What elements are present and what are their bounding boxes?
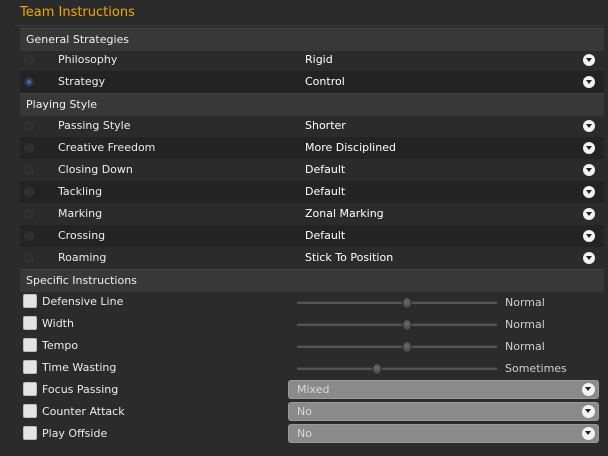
section-heading: General Strategies <box>26 33 130 46</box>
row-value: Shorter <box>305 119 346 132</box>
row-label: Passing Style <box>58 119 131 132</box>
row-tempo: Tempo Normal <box>20 335 604 357</box>
row-value: Rigid <box>305 53 333 66</box>
radio-icon[interactable] <box>24 121 34 131</box>
row-closing-down[interactable]: Closing Down Default <box>20 159 604 181</box>
slider-thumb[interactable] <box>402 297 412 309</box>
checkbox[interactable] <box>23 360 37 374</box>
row-tackling[interactable]: Tackling Default <box>20 181 604 203</box>
row-creative-freedom[interactable]: Creative Freedom More Disciplined <box>20 137 604 159</box>
row-label: Time Wasting <box>42 361 117 374</box>
section-general-strategies: General Strategies <box>20 28 604 51</box>
checkbox[interactable] <box>23 382 37 396</box>
radio-icon[interactable] <box>24 231 34 241</box>
counter-attack-dropdown[interactable]: No <box>288 402 599 421</box>
radio-selected-icon[interactable] <box>24 77 34 87</box>
row-label: Tackling <box>58 185 103 198</box>
row-label: Counter Attack <box>42 405 125 418</box>
row-label: Tempo <box>42 339 79 352</box>
row-counter-attack: Counter Attack No <box>20 401 604 423</box>
row-label: Width <box>42 317 74 330</box>
section-heading: Playing Style <box>26 98 98 111</box>
row-label: Strategy <box>58 75 106 88</box>
row-philosophy[interactable]: Philosophy Rigid <box>20 49 604 71</box>
chevron-down-icon[interactable] <box>583 142 595 154</box>
dropdown-value: No <box>297 405 312 418</box>
slider-thumb[interactable] <box>402 341 412 353</box>
row-defensive-line: Defensive Line Normal <box>20 291 604 313</box>
row-label: Play Offside <box>42 427 108 440</box>
radio-icon[interactable] <box>24 143 34 153</box>
slider[interactable] <box>297 297 497 309</box>
checkbox[interactable] <box>23 316 37 330</box>
row-label: Focus Passing <box>42 383 119 396</box>
focus-passing-dropdown[interactable]: Mixed <box>288 380 599 399</box>
slider-value: Normal <box>505 340 545 353</box>
panel-title: Team Instructions <box>20 5 135 20</box>
chevron-down-icon[interactable] <box>582 383 595 396</box>
slider-value: Normal <box>505 296 545 309</box>
chevron-down-icon[interactable] <box>582 405 595 418</box>
checkbox[interactable] <box>23 426 37 440</box>
slider[interactable] <box>297 341 497 353</box>
chevron-down-icon[interactable] <box>583 208 595 220</box>
row-time-wasting: Time Wasting Sometimes <box>20 357 604 379</box>
radio-icon[interactable] <box>24 187 34 197</box>
row-label: Closing Down <box>58 163 133 176</box>
dropdown-value: No <box>297 427 312 440</box>
chevron-down-icon[interactable] <box>583 120 595 132</box>
checkbox[interactable] <box>23 338 37 352</box>
row-value: Zonal Marking <box>305 207 384 220</box>
row-strategy[interactable]: Strategy Control <box>20 71 604 93</box>
row-passing-style[interactable]: Passing Style Shorter <box>20 115 604 137</box>
section-heading: Specific Instructions <box>26 274 137 287</box>
row-play-offside: Play Offside No <box>20 423 604 445</box>
chevron-down-icon[interactable] <box>583 230 595 242</box>
row-roaming[interactable]: Roaming Stick To Position <box>20 247 604 269</box>
row-label: Creative Freedom <box>58 141 156 154</box>
row-focus-passing: Focus Passing Mixed <box>20 379 604 401</box>
play-offside-dropdown[interactable]: No <box>288 424 599 443</box>
dropdown-value: Mixed <box>297 383 330 396</box>
team-instructions-panel: Team Instructions General Strategies Phi… <box>0 0 608 456</box>
slider[interactable] <box>297 319 497 331</box>
slider[interactable] <box>297 363 497 375</box>
radio-icon[interactable] <box>24 253 34 263</box>
radio-icon[interactable] <box>24 55 34 65</box>
slider-thumb[interactable] <box>372 363 382 375</box>
row-value: Default <box>305 163 346 176</box>
chevron-down-icon[interactable] <box>583 164 595 176</box>
row-value: Default <box>305 185 346 198</box>
slider-thumb[interactable] <box>402 319 412 331</box>
row-width: Width Normal <box>20 313 604 335</box>
chevron-down-icon[interactable] <box>582 427 595 440</box>
radio-icon[interactable] <box>24 209 34 219</box>
row-label: Philosophy <box>58 53 118 66</box>
section-playing-style: Playing Style <box>20 93 604 116</box>
checkbox[interactable] <box>23 404 37 418</box>
row-crossing[interactable]: Crossing Default <box>20 225 604 247</box>
slider-value: Sometimes <box>505 362 567 375</box>
slider-value: Normal <box>505 318 545 331</box>
row-value: Stick To Position <box>305 251 394 264</box>
row-value: Default <box>305 229 346 242</box>
chevron-down-icon[interactable] <box>583 76 595 88</box>
radio-icon[interactable] <box>24 165 34 175</box>
title-divider <box>14 25 604 26</box>
checkbox[interactable] <box>23 294 37 308</box>
chevron-down-icon[interactable] <box>583 186 595 198</box>
row-marking[interactable]: Marking Zonal Marking <box>20 203 604 225</box>
row-label: Roaming <box>58 251 107 264</box>
chevron-down-icon[interactable] <box>583 252 595 264</box>
row-value: More Disciplined <box>305 141 396 154</box>
row-value: Control <box>305 75 345 88</box>
row-label: Crossing <box>58 229 106 242</box>
row-label: Marking <box>58 207 103 220</box>
section-specific-instructions: Specific Instructions <box>20 269 604 292</box>
row-label: Defensive Line <box>42 295 124 308</box>
chevron-down-icon[interactable] <box>583 54 595 66</box>
